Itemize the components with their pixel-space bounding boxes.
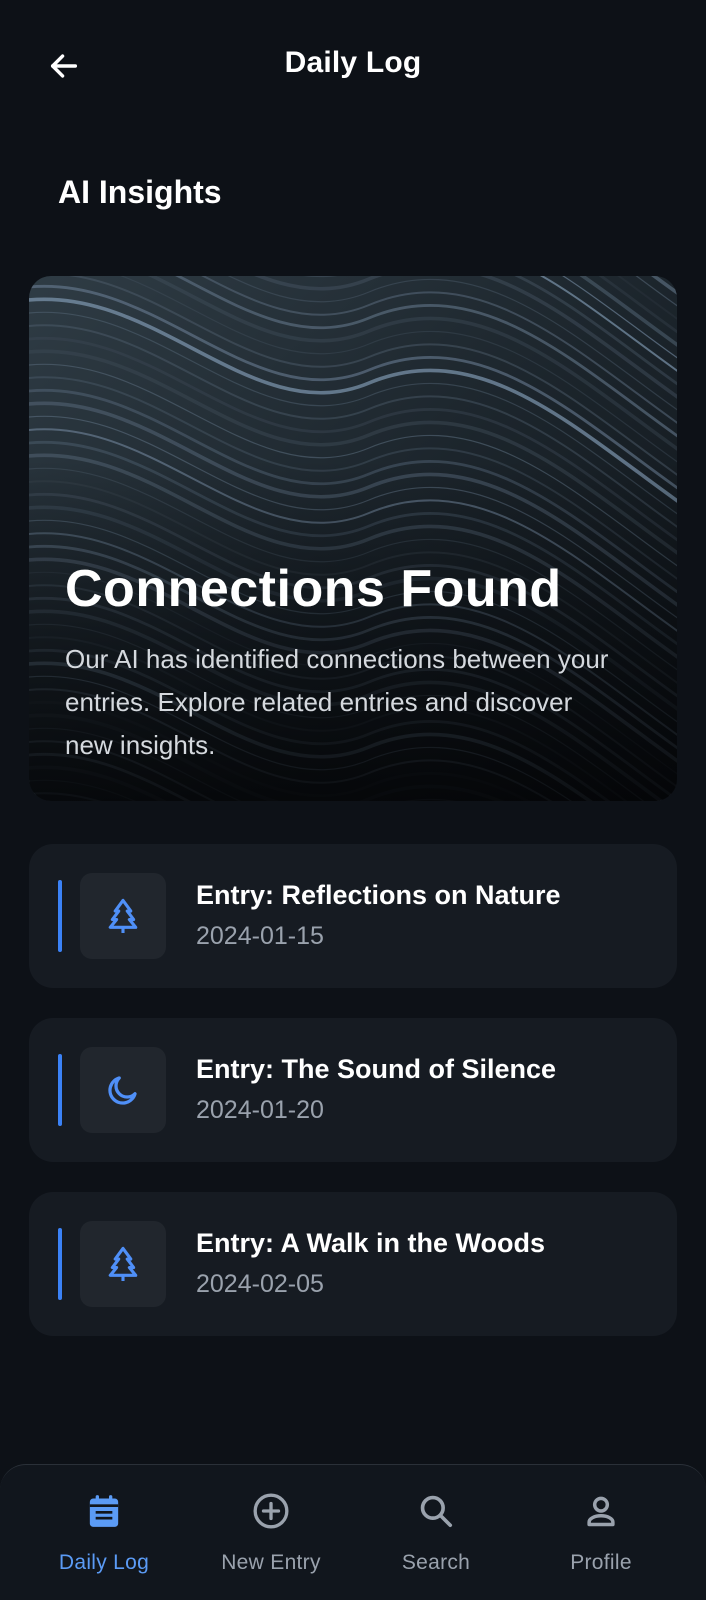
entry-title: Entry: A Walk in the Woods [196, 1228, 546, 1258]
entry-card[interactable]: Entry: The Sound of Silence 2024-01-20 [29, 1018, 677, 1162]
entry-card[interactable]: Entry: Reflections on Nature 2024-01-15 [29, 844, 677, 988]
app-screen: Daily Log AI Insights Connections Found … [0, 0, 706, 1600]
nav-label: Daily Log [58, 1551, 150, 1574]
nav-item-profile[interactable]: Profile [513, 1465, 689, 1600]
nav-item-new-entry[interactable]: New Entry [183, 1465, 359, 1600]
plus-circle-icon [253, 1493, 289, 1529]
connections-hero-card: Connections Found Our AI has identified … [29, 276, 677, 801]
entry-accent-bar [58, 1228, 62, 1300]
calendar-icon [89, 1495, 119, 1527]
entry-date: 2024-02-05 [196, 1270, 324, 1298]
nav-label: Profile [570, 1551, 632, 1574]
hero-description: Our AI has identified connections betwee… [65, 644, 609, 760]
section-title-ai-insights: AI Insights [58, 174, 222, 210]
moon-icon [108, 1076, 137, 1105]
entry-date: 2024-01-15 [196, 922, 324, 950]
hero-title: Connections Found [65, 560, 562, 618]
entry-accent-bar [58, 880, 62, 952]
nav-item-search[interactable]: Search [348, 1465, 524, 1600]
entry-accent-bar [58, 1054, 62, 1126]
bottom-navigation: Daily Log New Entry Search Profile [0, 1464, 706, 1600]
nav-item-daily-log[interactable]: Daily Log [16, 1465, 192, 1600]
entry-icon-box [80, 1221, 166, 1307]
search-icon [420, 1495, 453, 1528]
entry-icon-box [80, 1047, 166, 1133]
tree-icon [108, 898, 138, 933]
entry-title: Entry: The Sound of Silence [196, 1054, 557, 1084]
entry-title: Entry: Reflections on Nature [196, 880, 561, 910]
entry-date: 2024-01-20 [196, 1096, 324, 1124]
nav-label: New Entry [221, 1551, 321, 1574]
tree-icon [108, 1246, 138, 1281]
entry-card[interactable]: Entry: A Walk in the Woods 2024-02-05 [29, 1192, 677, 1336]
user-icon [587, 1496, 615, 1527]
page-title: Daily Log [284, 46, 422, 79]
entry-icon-box [80, 873, 166, 959]
top-bar: Daily Log [0, 0, 706, 132]
nav-label: Search [401, 1551, 471, 1574]
